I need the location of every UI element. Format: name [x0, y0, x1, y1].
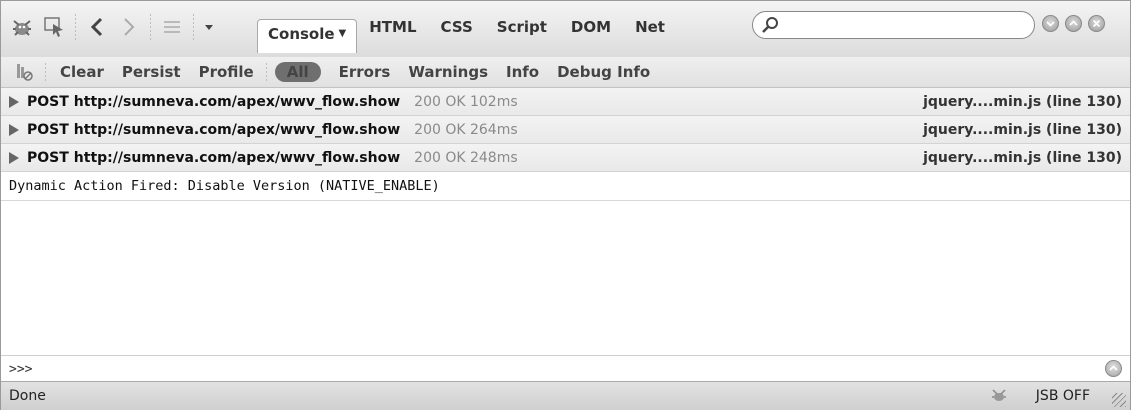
request-method: POST [27, 93, 69, 110]
firebug-icon[interactable] [9, 14, 35, 40]
profile-button[interactable]: Profile [199, 63, 254, 81]
filter-info[interactable]: Info [506, 63, 539, 81]
filter-separator [45, 63, 46, 81]
request-method: POST [27, 121, 69, 138]
firebug-panel: Console ▼ HTML CSS Script DOM Net Clear … [0, 0, 1131, 410]
panel-tabs: Console ▼ HTML CSS Script DOM Net [257, 13, 677, 53]
command-line: >>> [1, 355, 1130, 382]
tab-console[interactable]: Console ▼ [257, 19, 358, 53]
minimize-button[interactable] [1042, 15, 1059, 32]
toolbar: Console ▼ HTML CSS Script DOM Net [1, 1, 1130, 58]
status-bar: Done JSB OFF [1, 381, 1130, 410]
filter-separator [265, 63, 267, 81]
back-icon[interactable] [84, 14, 110, 40]
persist-button[interactable]: Persist [122, 63, 181, 81]
request-status: 200 OK 248ms [414, 149, 518, 166]
request-status: 200 OK 102ms [414, 93, 518, 110]
request-status: 200 OK 264ms [414, 121, 518, 138]
search-icon [761, 15, 781, 39]
expand-command-button[interactable] [1105, 360, 1122, 377]
inspect-icon[interactable] [41, 14, 67, 40]
tab-html-label: HTML [369, 18, 417, 36]
tab-net-label: Net [635, 18, 665, 36]
log-message: Dynamic Action Fired: Disable Version (N… [1, 172, 1130, 201]
chevron-down-icon: ▼ [338, 28, 347, 39]
search-input[interactable] [785, 16, 1029, 36]
tab-css[interactable]: CSS [429, 13, 485, 41]
toolbar-separator [75, 14, 76, 40]
toolbar-separator [193, 14, 194, 40]
source-link[interactable]: jquery....min.js (line 130) [923, 150, 1122, 166]
resize-grip-icon[interactable] [1112, 393, 1126, 407]
console-filter-bar: Clear Persist Profile All Errors Warning… [1, 57, 1130, 88]
tab-html[interactable]: HTML [357, 13, 428, 41]
toolbar-separator [150, 14, 151, 40]
tab-css-label: CSS [440, 18, 473, 36]
expand-triangle-icon[interactable] [9, 123, 19, 136]
tab-console-label: Console [268, 24, 335, 43]
forward-icon[interactable] [116, 14, 142, 40]
source-link[interactable]: jquery....min.js (line 130) [923, 122, 1122, 138]
command-input[interactable] [45, 359, 1089, 379]
filter-warnings[interactable]: Warnings [408, 63, 488, 81]
command-prompt: >>> [9, 362, 33, 377]
expand-triangle-icon[interactable] [9, 151, 19, 164]
request-url: http://sumneva.com/apex/wwv_flow.show [73, 121, 401, 138]
log-request-row[interactable]: POST http://sumneva.com/apex/wwv_flow.sh… [1, 144, 1130, 172]
tab-script-label: Script [496, 18, 547, 36]
log-request-row[interactable]: POST http://sumneva.com/apex/wwv_flow.sh… [1, 116, 1130, 144]
console-log: POST http://sumneva.com/apex/wwv_flow.sh… [1, 88, 1130, 201]
dropdown-icon[interactable] [202, 14, 216, 40]
request-url: http://sumneva.com/apex/wwv_flow.show [73, 149, 401, 166]
tab-dom-label: DOM [570, 18, 612, 36]
firebug-status-icon[interactable] [990, 387, 1008, 407]
request-url: http://sumneva.com/apex/wwv_flow.show [73, 93, 401, 110]
maximize-button[interactable] [1065, 15, 1082, 32]
filter-errors[interactable]: Errors [339, 63, 391, 81]
list-icon[interactable] [159, 14, 185, 40]
source-link[interactable]: jquery....min.js (line 130) [923, 94, 1122, 110]
close-button[interactable] [1088, 15, 1105, 32]
status-text: Done [9, 388, 46, 404]
expand-triangle-icon[interactable] [9, 95, 19, 108]
tab-net[interactable]: Net [623, 13, 677, 41]
window-buttons [1042, 15, 1105, 32]
toolbar-left-controls [9, 9, 216, 45]
jsb-status[interactable]: JSB OFF [1036, 388, 1090, 404]
log-request-row[interactable]: POST http://sumneva.com/apex/wwv_flow.sh… [1, 88, 1130, 116]
filter-debug-info[interactable]: Debug Info [557, 63, 650, 81]
search-box[interactable] [752, 11, 1035, 39]
filter-all[interactable]: All [274, 62, 321, 82]
clear-button[interactable]: Clear [60, 63, 104, 81]
request-method: POST [27, 149, 69, 166]
tab-script[interactable]: Script [485, 13, 559, 41]
clear-console-icon[interactable] [15, 62, 33, 82]
tab-dom[interactable]: DOM [559, 13, 623, 41]
